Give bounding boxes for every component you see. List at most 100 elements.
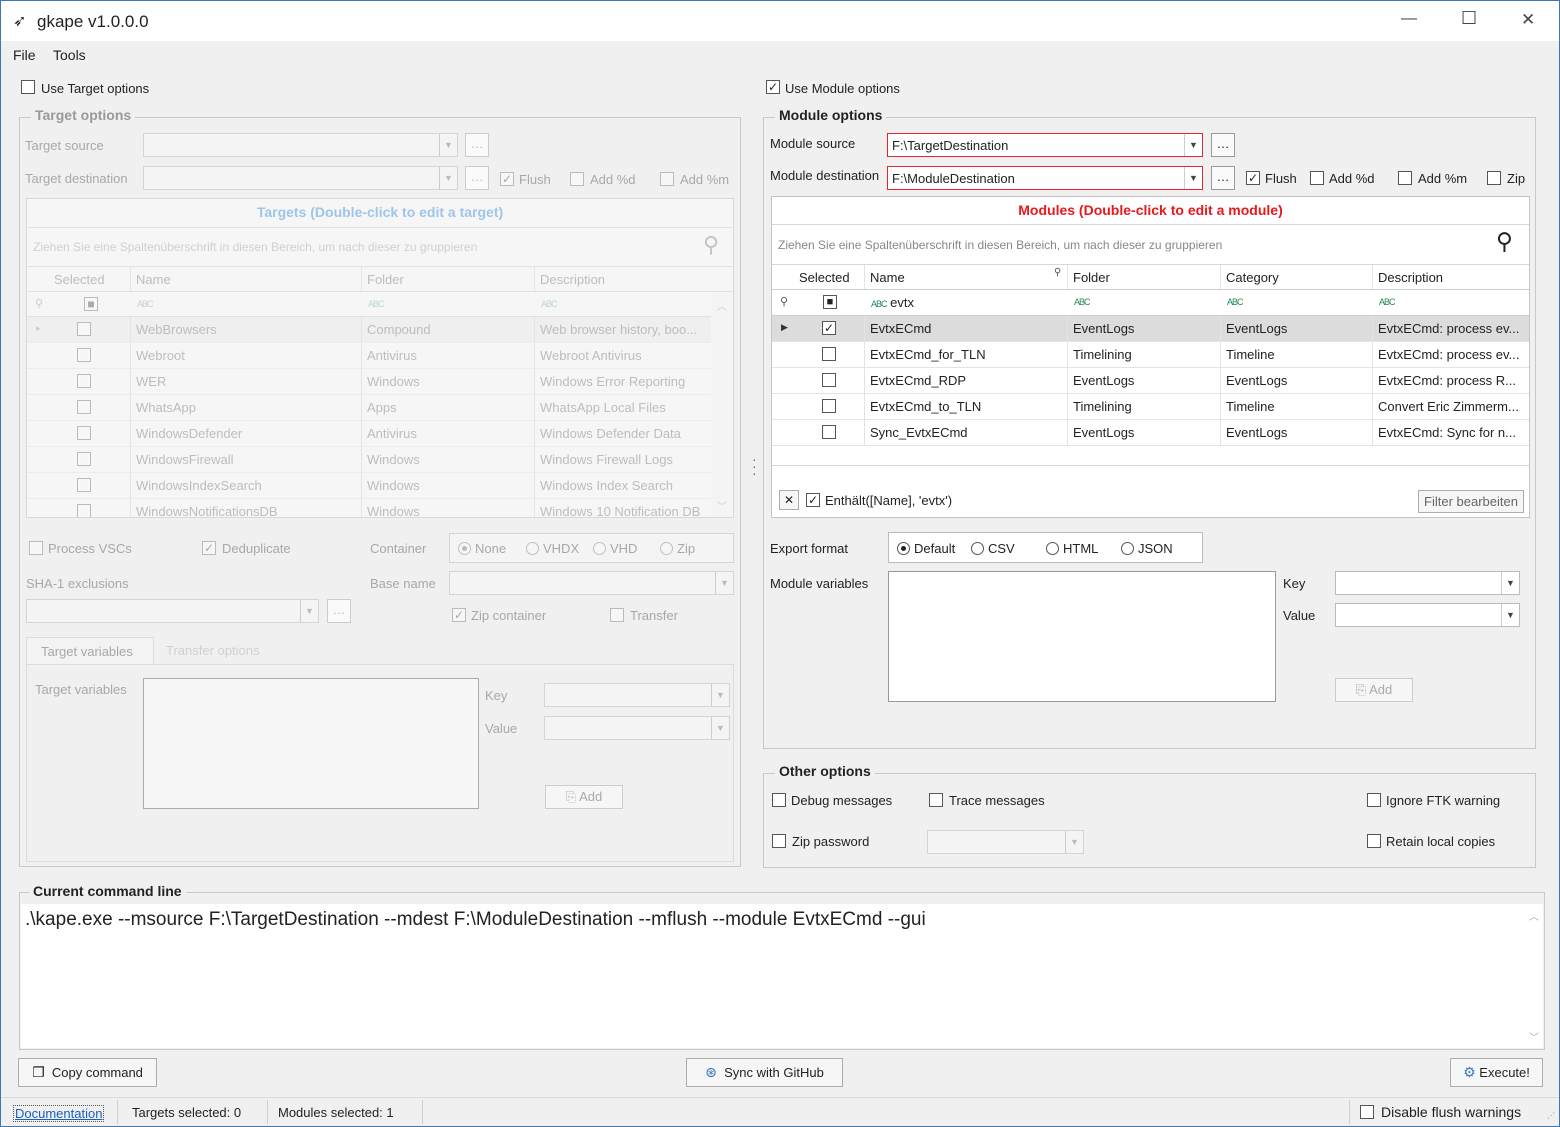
module-source-browse-button[interactable]: … — [1211, 133, 1235, 157]
filter-expression[interactable]: Enthält([Name], 'evtx') — [825, 493, 952, 508]
row-selected-cell[interactable] — [49, 369, 131, 394]
table-row[interactable]: Webroot Antivirus Webroot Antivirus — [27, 343, 711, 369]
row-selected-cell[interactable] — [794, 420, 865, 445]
module-zip-checkbox[interactable] — [1487, 171, 1501, 185]
table-row[interactable]: EvtxECmd_RDP EventLogs EventLogs EvtxECmd: … — [772, 368, 1529, 394]
command-scrollbar[interactable]: ︿ ﹀ — [1525, 904, 1543, 1048]
table-row[interactable]: WindowsFirewall Windows Windows Firewall L… — [27, 447, 711, 473]
target-value-select[interactable]: ▼ — [544, 716, 730, 740]
base-name-select[interactable]: ▼ — [449, 571, 734, 595]
row-selected-cell[interactable] — [49, 395, 131, 420]
row-select-checkbox[interactable] — [77, 400, 91, 414]
container-zip[interactable]: Zip — [660, 541, 695, 556]
zip-container-checkbox[interactable]: ✓ — [452, 608, 466, 622]
table-row[interactable]: ▸ WebBrowsers Compound Web browser history,… — [27, 317, 711, 343]
row-select-checkbox[interactable] — [77, 504, 91, 517]
col-category[interactable]: Category — [1221, 265, 1373, 289]
export-json[interactable]: JSON — [1121, 541, 1173, 556]
row-select-checkbox[interactable] — [822, 373, 836, 387]
target-source-select[interactable]: ▼ — [143, 133, 458, 157]
target-variables-list[interactable] — [143, 678, 479, 809]
disable-flush-checkbox[interactable] — [1360, 1105, 1374, 1119]
row-selected-cell[interactable]: ✓ — [794, 316, 865, 341]
module-add-d-checkbox[interactable] — [1310, 171, 1324, 185]
scroll-up-icon[interactable]: ︿ — [1525, 908, 1543, 923]
resize-grip-icon[interactable]: ⋰ — [1547, 1111, 1555, 1120]
row-selected-cell[interactable] — [794, 368, 865, 393]
splitter-grip-icon[interactable]: · · · — [752, 452, 757, 480]
scroll-down-icon[interactable]: ﹀ — [711, 498, 733, 513]
target-source-browse-button[interactable]: … — [465, 133, 489, 157]
table-row[interactable]: WER Windows Windows Error Reporting — [27, 369, 711, 395]
command-line-text[interactable]: .\kape.exe --msource F:\TargetDestinatio… — [25, 909, 926, 931]
table-row[interactable]: WindowsIndexSearch Windows Windows Index S… — [27, 473, 711, 499]
module-variables-list[interactable] — [888, 571, 1276, 702]
scroll-up-icon[interactable]: ︿ — [711, 298, 733, 313]
target-dest-browse-button[interactable]: … — [465, 166, 489, 190]
col-selected[interactable]: Selected — [794, 265, 865, 289]
copy-command-button[interactable]: ❐ Copy command — [18, 1058, 157, 1087]
filter-enabled-checkbox[interactable]: ✓ — [806, 493, 820, 507]
search-icon[interactable]: ⚲ — [1496, 228, 1513, 255]
table-row[interactable]: EvtxECmd_to_TLN Timelining Timeline Convert… — [772, 394, 1529, 420]
row-selected-cell[interactable] — [794, 394, 865, 419]
table-row[interactable]: ▶ ✓ EvtxECmd EventLogs EventLogs EvtxECmd: pr… — [772, 316, 1529, 342]
target-add-button[interactable]: ⎘ Add — [545, 785, 623, 809]
edit-filter-button[interactable]: Filter bearbeiten — [1418, 490, 1524, 513]
container-none[interactable]: None — [458, 541, 506, 556]
table-row[interactable]: WhatsApp Apps WhatsApp Local Files — [27, 395, 711, 421]
col-description[interactable]: Description — [1373, 265, 1529, 289]
tab-target-variables[interactable]: Target variables — [26, 637, 154, 665]
module-add-m-checkbox[interactable] — [1398, 171, 1412, 185]
row-selected-cell[interactable] — [49, 343, 131, 368]
debug-messages-checkbox[interactable] — [772, 793, 786, 807]
clear-filter-button[interactable]: ✕ — [779, 490, 799, 510]
target-add-d-checkbox[interactable] — [570, 172, 584, 186]
menu-tools[interactable]: Tools — [53, 47, 86, 63]
transfer-checkbox[interactable] — [610, 608, 624, 622]
close-button[interactable]: ✕ — [1521, 10, 1535, 30]
row-select-checkbox[interactable] — [77, 452, 91, 466]
row-select-checkbox[interactable] — [77, 478, 91, 492]
execute-button[interactable]: ⚙ Execute! — [1450, 1058, 1543, 1087]
row-select-checkbox[interactable] — [822, 347, 836, 361]
row-selected-cell[interactable] — [49, 447, 131, 472]
row-selected-cell[interactable] — [49, 421, 131, 446]
container-vhdx[interactable]: VHDX — [526, 541, 579, 556]
row-select-checkbox[interactable] — [822, 425, 836, 439]
row-select-checkbox[interactable] — [77, 374, 91, 388]
target-dest-select[interactable]: ▼ — [143, 166, 458, 190]
scroll-down-icon[interactable]: ﹀ — [1525, 1029, 1543, 1044]
col-name[interactable]: Name — [131, 267, 362, 291]
targets-select-all[interactable]: ■ — [84, 297, 98, 311]
deduplicate-checkbox[interactable]: ✓ — [202, 541, 216, 555]
target-flush-checkbox[interactable]: ✓ — [500, 172, 514, 186]
target-key-select[interactable]: ▼ — [544, 683, 730, 707]
use-module-checkbox[interactable]: ✓ — [766, 80, 780, 94]
module-value-select[interactable]: ▼ — [1335, 603, 1520, 627]
process-vsc-checkbox[interactable] — [29, 541, 43, 555]
search-icon[interactable]: ⚲ — [703, 232, 719, 258]
trace-messages-checkbox[interactable] — [929, 793, 943, 807]
table-row[interactable]: WindowsNotificationsDB Windows Windows 10 … — [27, 499, 711, 517]
ignore-ftk-checkbox[interactable] — [1367, 793, 1381, 807]
documentation-link[interactable]: Documentation — [13, 1105, 105, 1122]
module-source-select[interactable]: F:\TargetDestination ▼ — [887, 133, 1203, 157]
zip-password-select[interactable]: ▼ — [927, 830, 1084, 854]
row-select-checkbox[interactable] — [77, 348, 91, 362]
table-row[interactable]: Sync_EvtxECmd EventLogs EventLogs EvtxECmd:… — [772, 420, 1529, 446]
command-line-textbox[interactable]: .\kape.exe --msource F:\TargetDestinatio… — [21, 904, 1543, 1048]
targets-scrollbar[interactable]: ︿ ﹀ — [711, 292, 733, 517]
sha-exclusions-select[interactable]: ▼ — [26, 599, 319, 623]
module-key-select[interactable]: ▼ — [1335, 571, 1520, 595]
module-add-button[interactable]: ⎘ Add — [1335, 678, 1413, 702]
row-selected-cell[interactable] — [49, 473, 131, 498]
maximize-button[interactable]: ☐ — [1461, 8, 1477, 29]
zip-password-checkbox[interactable] — [772, 834, 786, 848]
sha-browse-button[interactable]: … — [327, 599, 351, 623]
modules-select-all[interactable]: ■ — [823, 295, 837, 309]
col-name[interactable]: Name — [865, 265, 1068, 289]
row-selected-cell[interactable] — [49, 317, 131, 342]
minimize-button[interactable]: — — [1401, 10, 1417, 28]
col-folder[interactable]: Folder — [362, 267, 535, 291]
